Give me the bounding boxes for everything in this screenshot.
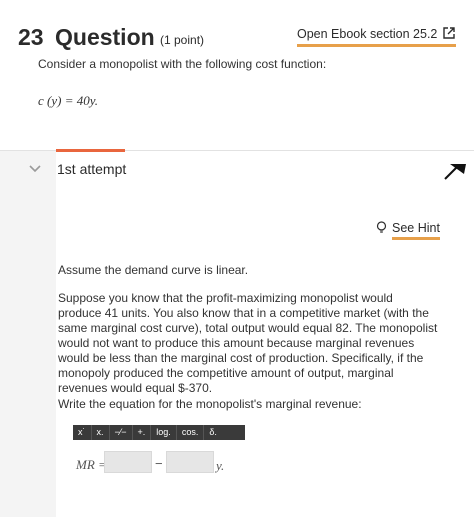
question-number: 23 xyxy=(18,24,44,50)
subscript-button[interactable]: x. xyxy=(92,425,110,440)
trig-button[interactable]: cos. xyxy=(177,425,205,440)
see-hint-button[interactable]: See Hint xyxy=(376,221,440,240)
intercept-input[interactable] xyxy=(104,451,152,473)
log-button[interactable]: log. xyxy=(151,425,177,440)
superscript-button[interactable]: x˙ xyxy=(73,425,92,440)
attempt-tab-indicator xyxy=(56,149,125,152)
question-word: Question xyxy=(55,24,155,50)
attempt-title[interactable]: 1st attempt xyxy=(57,161,126,177)
assumption-text: Assume the demand curve is linear. xyxy=(58,263,249,277)
question-points: (1 point) xyxy=(160,33,205,47)
collapse-arrow-icon[interactable] xyxy=(442,160,468,182)
instruction-text: Write the equation for the monopolist's … xyxy=(58,397,362,411)
cost-function: c (y) = 40y. xyxy=(38,93,99,108)
greek-button[interactable]: δ. xyxy=(204,425,222,440)
operators-button[interactable]: +. xyxy=(133,425,152,440)
see-hint-label: See Hint xyxy=(392,221,440,240)
fraction-button[interactable]: −⁄− xyxy=(110,425,133,440)
open-ebook-link[interactable]: Open Ebook section 25.2 xyxy=(297,26,457,47)
chevron-down-icon[interactable] xyxy=(28,164,42,174)
minus-sign: − xyxy=(155,456,163,471)
question-prompt: Consider a monopolist with the following… xyxy=(38,57,327,71)
lightbulb-icon xyxy=(376,221,387,233)
external-link-icon xyxy=(443,27,456,39)
question-header: 23 Question (1 point) Open Ebook section… xyxy=(0,0,474,151)
y-variable: y. xyxy=(216,458,225,473)
ebook-link-label: Open Ebook section 25.2 xyxy=(297,27,438,41)
mr-label: MR = xyxy=(76,457,107,472)
scenario-text: Suppose you know that the profit-maximiz… xyxy=(58,291,438,395)
math-toolbar: x˙ x. −⁄− +. log. cos. δ. xyxy=(73,425,245,440)
slope-input[interactable] xyxy=(166,451,214,473)
